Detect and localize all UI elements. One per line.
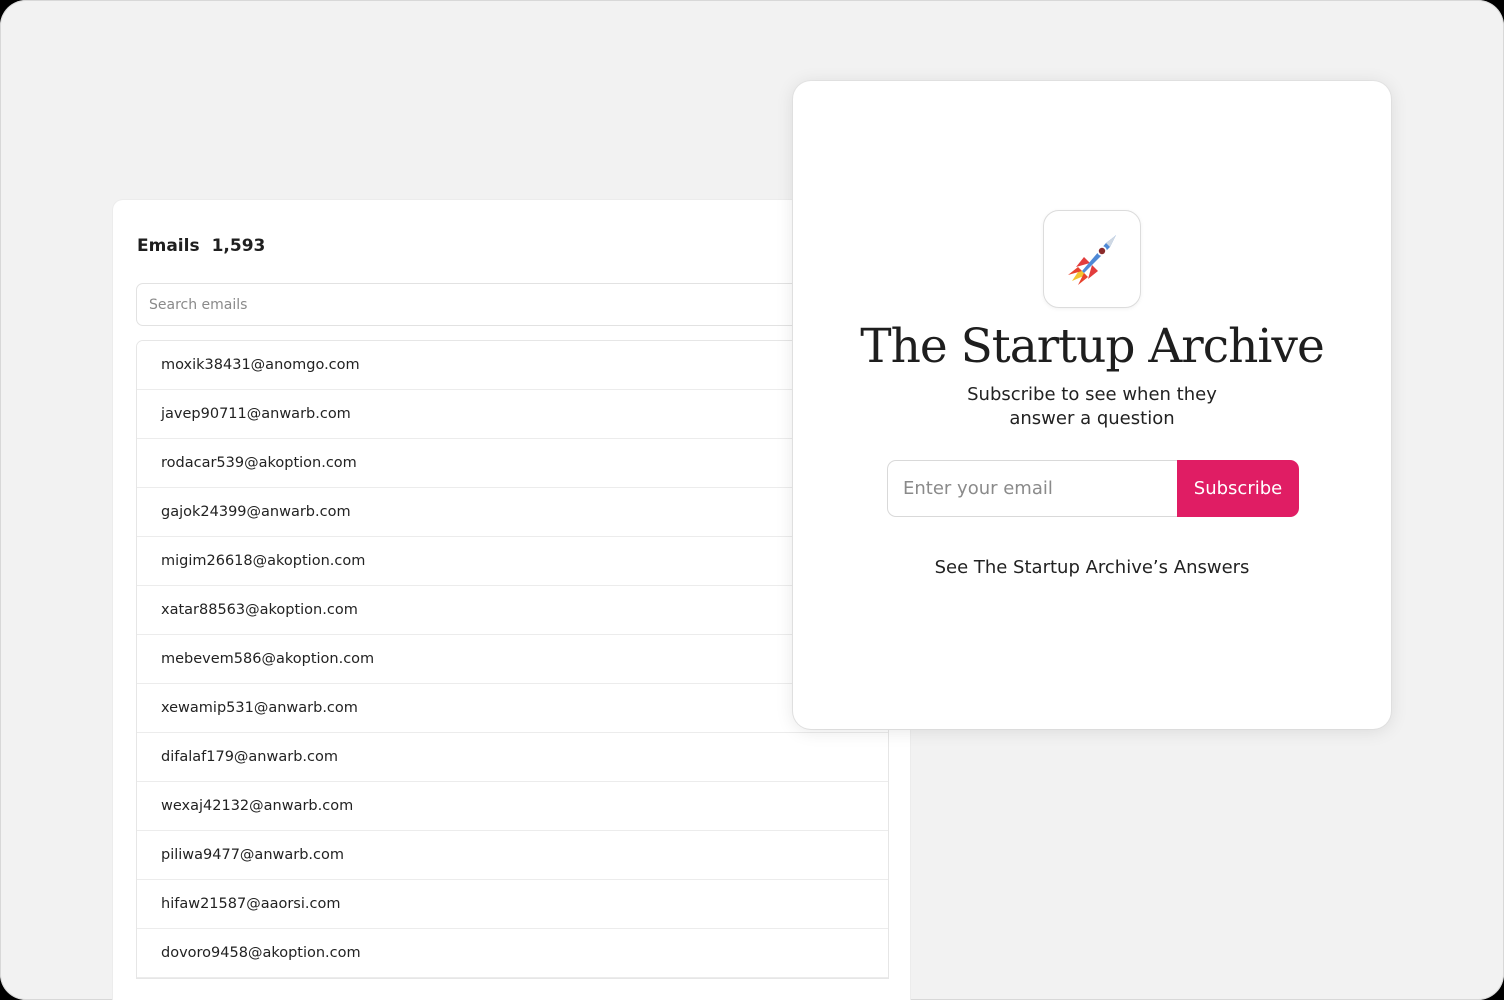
subscribe-card: The Startup Archive Subscribe to see whe… [793, 81, 1391, 729]
email-list-item[interactable]: moxik38431@anomgo.com [137, 341, 888, 390]
email-list-item[interactable]: xatar88563@akoption.com [137, 586, 888, 635]
email-address: javep90711@anwarb.com [161, 406, 351, 422]
see-answers-link[interactable]: See The Startup Archive’s Answers [793, 557, 1391, 578]
window-frame: Emails 1,593 moxik38431@anomgo.com javep9… [0, 0, 1504, 1000]
email-list-item[interactable]: mebevem586@akoption.com [137, 635, 888, 684]
email-field[interactable] [887, 460, 1177, 517]
email-address: moxik38431@anomgo.com [161, 357, 360, 373]
email-list-item[interactable]: difalaf179@anwarb.com [137, 733, 888, 782]
email-address: hifaw21587@aaorsi.com [161, 896, 341, 912]
email-address: wexaj42132@anwarb.com [161, 798, 354, 814]
email-address: piliwa9477@anwarb.com [161, 847, 344, 863]
email-address: mebevem586@akoption.com [161, 651, 375, 667]
publication-title: The Startup Archive [860, 319, 1325, 374]
email-list-item[interactable]: piliwa9477@anwarb.com [137, 831, 888, 880]
email-address: migim26618@akoption.com [161, 553, 366, 569]
emails-count: 1,593 [211, 236, 266, 256]
email-address: rodacar539@akoption.com [161, 455, 357, 471]
email-list-item[interactable]: migim26618@akoption.com [137, 537, 888, 586]
email-list: moxik38431@anomgo.com javep90711@anwarb.c… [136, 340, 889, 979]
emails-header: Emails 1,593 [137, 236, 265, 256]
email-list-item[interactable]: hifaw21587@aaorsi.com [137, 880, 888, 929]
email-list-item[interactable]: wexaj42132@anwarb.com [137, 782, 888, 831]
subscribe-subtitle: Subscribe to see when they answer a ques… [967, 384, 1217, 429]
subscribe-form: Subscribe [887, 460, 1299, 517]
publication-logo [1043, 210, 1141, 308]
emails-panel: Emails 1,593 moxik38431@anomgo.com javep9… [113, 200, 910, 1000]
rocket-icon [1068, 235, 1116, 285]
email-list-item[interactable]: dovoro9458@akoption.com [137, 929, 888, 978]
email-address: xatar88563@akoption.com [161, 602, 358, 618]
email-list-item[interactable]: javep90711@anwarb.com [137, 390, 888, 439]
email-address: xewamip531@anwarb.com [161, 700, 358, 716]
email-list-item[interactable]: rodacar539@akoption.com [137, 439, 888, 488]
search-emails-input[interactable] [136, 283, 886, 326]
email-list-item[interactable]: gajok24399@anwarb.com [137, 488, 888, 537]
email-address: gajok24399@anwarb.com [161, 504, 351, 520]
email-address: dovoro9458@akoption.com [161, 945, 361, 961]
email-address: difalaf179@anwarb.com [161, 749, 338, 765]
emails-title: Emails [137, 236, 200, 256]
email-list-item[interactable]: xewamip531@anwarb.com [137, 684, 888, 733]
subscribe-button[interactable]: Subscribe [1177, 460, 1299, 517]
